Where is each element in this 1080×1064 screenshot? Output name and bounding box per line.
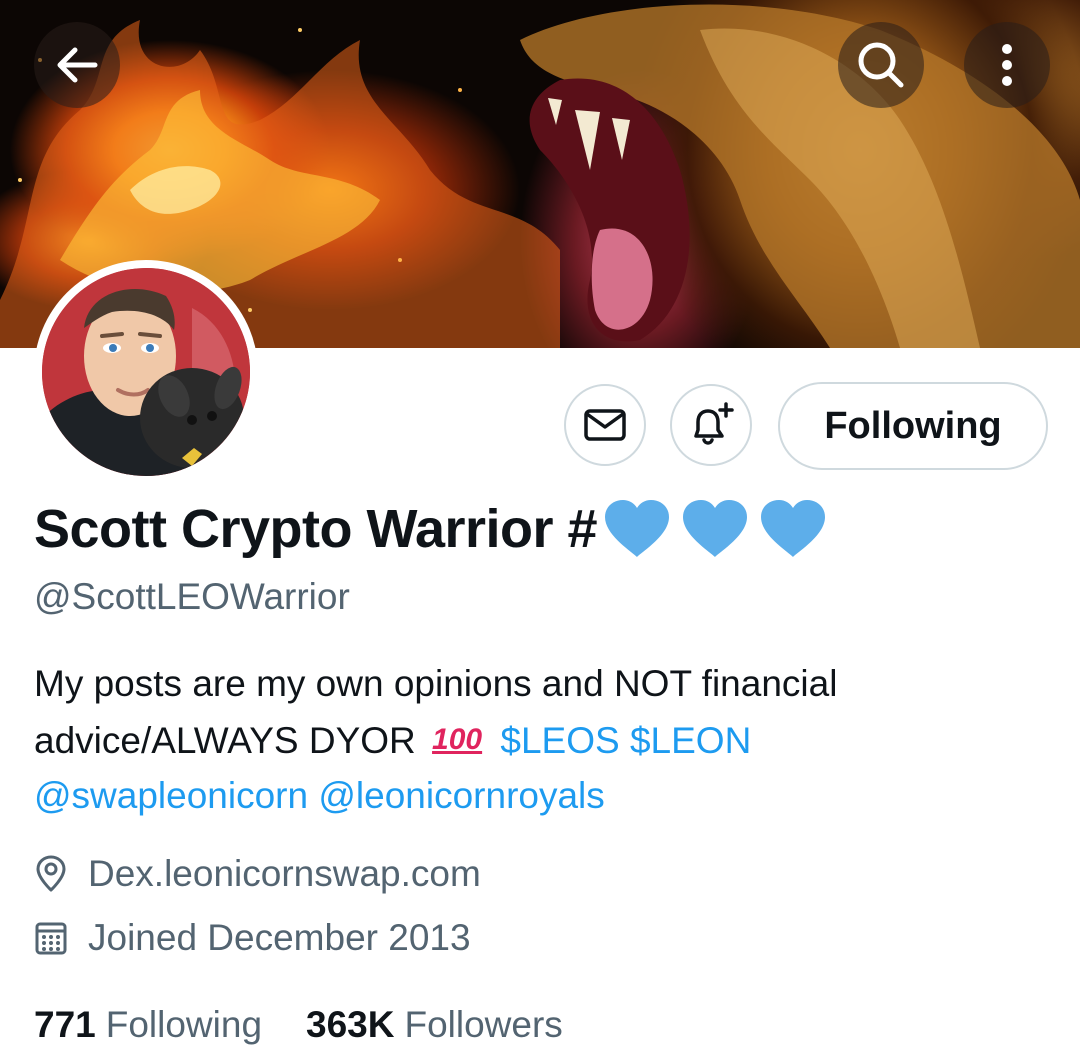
website-text: Dex.leonicornswap.com [88,853,481,894]
bio-line-3: @swapleonicorn @leonicornroyals [34,768,1034,824]
joined-text: Joined December 2013 [88,917,471,958]
bio-line-2: advice/ALWAYS DYOR 100 $LEOS $LEON [34,712,1034,768]
search-icon [858,42,904,88]
display-name: Scott Crypto Warrior # [34,499,598,559]
avatar-image [42,268,250,476]
arrow-left-icon [57,47,98,83]
calendar-icon [35,922,67,955]
envelope-icon [584,409,626,441]
profile-joined: Joined December 2013 [34,912,471,964]
cashtag-leos[interactable]: $LEOS [500,720,619,761]
followers-label: Followers [404,1004,563,1045]
back-button[interactable] [34,22,120,108]
more-options-button[interactable] [964,22,1050,108]
following-label: Following [105,1004,263,1045]
profile-bio: My posts are my own opinions and NOT fin… [34,656,1034,824]
followers-count: 363K [306,1004,395,1045]
mention-leonicornroyals[interactable]: @leonicornroyals [318,775,604,816]
name-emojis [601,497,835,561]
bio-text: advice/ALWAYS DYOR [34,720,416,761]
blue-heart-icon [605,500,670,557]
profile-website[interactable]: Dex.leonicornswap.com [34,848,481,900]
profile-handle: @ScottLEOWarrior [34,576,350,617]
more-vertical-icon [1002,44,1012,86]
profile-name: Scott Crypto Warrior # [34,496,835,562]
following-count: 771 [34,1004,96,1045]
cashtag-leon[interactable]: $LEON [630,720,751,761]
blue-heart-icon [683,500,748,557]
blue-heart-icon [761,500,826,557]
notifications-button[interactable] [670,384,752,466]
following-button[interactable]: Following [778,382,1048,470]
profile-avatar[interactable] [34,260,258,484]
mention-swapleonicorn[interactable]: @swapleonicorn [34,775,308,816]
following-stat[interactable]: 771 Following [34,1004,262,1046]
hundred-points-emoji: 100 [432,723,483,756]
message-button[interactable] [564,384,646,466]
bio-line-1: My posts are my own opinions and NOT fin… [34,663,838,704]
profile-stats: 771 Following 363K Followers [34,1000,563,1050]
followers-stat[interactable]: 363K Followers [306,1004,563,1046]
search-button[interactable] [838,22,924,108]
location-pin-icon [36,855,66,892]
bell-plus-icon [694,402,734,445]
